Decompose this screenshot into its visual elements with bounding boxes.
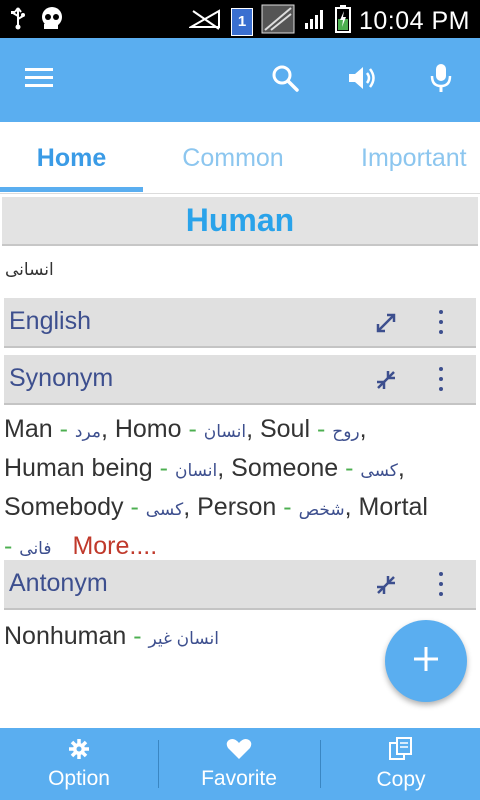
word-title: Human — [185, 202, 295, 238]
synonym-item[interactable]: Soul - روح, — [260, 415, 367, 443]
word-header: Human — [2, 197, 478, 246]
collapse-icon[interactable] — [375, 574, 397, 596]
synonym-item[interactable]: Homo - انسان, — [115, 415, 260, 443]
copy-button[interactable]: Copy — [322, 728, 480, 800]
battery-charging-icon — [334, 5, 351, 38]
plus-icon — [413, 646, 439, 677]
copy-label: Copy — [376, 767, 426, 791]
menu-icon — [25, 67, 53, 94]
picture-icon — [261, 4, 295, 39]
no-signal-icon — [187, 7, 223, 36]
section-english-title: English — [9, 307, 91, 335]
sim-slot-label: 1 — [237, 13, 247, 30]
tab-important[interactable]: Important — [345, 122, 480, 194]
section-antonym-title: Antonym — [9, 569, 108, 597]
status-time: 10:04 PM — [358, 7, 470, 35]
synonym-item[interactable]: Someone - کسی, — [231, 454, 405, 482]
synonym-item[interactable]: Human being - انسان, — [4, 454, 231, 482]
synonym-item[interactable]: Man - مرد, — [4, 415, 115, 443]
heart-icon — [226, 738, 252, 765]
section-synonym-title: Synonym — [9, 364, 114, 392]
favorite-button[interactable]: Favorite — [160, 728, 318, 800]
tab-home[interactable]: Home — [0, 122, 143, 194]
option-label: Option — [48, 766, 110, 790]
more-options-icon[interactable] — [430, 572, 452, 596]
signal-icon — [303, 7, 327, 36]
section-antonym[interactable]: Antonym — [4, 560, 476, 610]
speak-button[interactable] — [341, 58, 385, 102]
gear-icon — [68, 738, 90, 765]
microphone-icon — [429, 63, 453, 98]
status-bar: 1 10:04 PM — [0, 0, 480, 38]
menu-button[interactable] — [17, 58, 61, 102]
favorite-label: Favorite — [201, 766, 277, 790]
copy-icon — [388, 736, 414, 766]
voice-input-button[interactable] — [419, 58, 463, 102]
antonym-item[interactable]: Nonhuman - انسان غیر — [4, 622, 219, 650]
active-tab-indicator — [0, 187, 143, 192]
bottom-nav-divider — [320, 740, 321, 788]
synonym-item-tail: - فانی — [4, 532, 52, 560]
search-button[interactable] — [263, 58, 307, 102]
usb-icon — [10, 6, 26, 35]
word-translation: انسانی — [5, 260, 54, 279]
bottom-nav: Option Favorite Copy — [0, 728, 480, 800]
more-options-icon[interactable] — [430, 310, 452, 334]
speaker-icon — [347, 64, 379, 97]
voicemail-icon — [38, 6, 66, 35]
more-options-icon[interactable] — [430, 367, 452, 391]
sim-icon: 1 — [230, 7, 253, 36]
add-button[interactable] — [385, 620, 467, 702]
synonym-item[interactable]: Mortal — [359, 493, 428, 521]
tab-common[interactable]: Common — [153, 122, 313, 194]
synonym-item[interactable]: Person - شخص, — [197, 493, 358, 521]
bottom-nav-divider — [158, 740, 159, 788]
collapse-icon[interactable] — [375, 369, 397, 391]
tab-bar: Home Common Important — [0, 122, 480, 194]
option-button[interactable]: Option — [0, 728, 158, 800]
section-synonym[interactable]: Synonym — [4, 355, 476, 405]
search-icon — [271, 64, 299, 97]
section-english[interactable]: English — [4, 298, 476, 348]
tabs-divider — [0, 193, 480, 194]
expand-icon[interactable] — [375, 312, 397, 334]
synonym-item[interactable]: Somebody - کسی, — [4, 493, 197, 521]
synonym-list: Man - مرد, Homo - انسان, Soul - روح, Hum… — [4, 411, 476, 567]
more-synonyms-link[interactable]: More.... — [72, 532, 157, 560]
app-bar — [0, 38, 480, 122]
